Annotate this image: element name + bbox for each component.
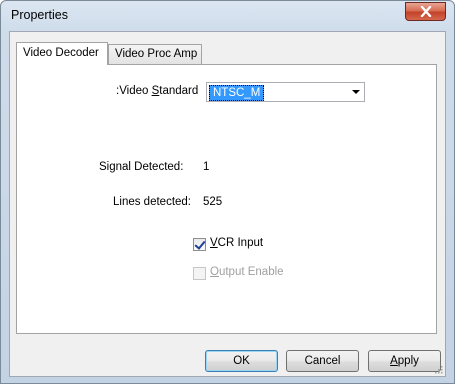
output-enable-checkbox[interactable]: [193, 267, 206, 280]
properties-dialog: Properties Video Decoder Video Proc Amp …: [0, 0, 455, 384]
cancel-button[interactable]: Cancel: [286, 350, 359, 372]
vcr-input-label[interactable]: VCR Input: [210, 237, 263, 249]
apply-button-label: Apply: [390, 355, 419, 367]
window-title: Properties: [11, 8, 68, 22]
vcr-input-checkbox[interactable]: [193, 238, 206, 251]
signal-detected-value: 1: [203, 161, 210, 173]
resize-grip-icon[interactable]: [433, 364, 443, 374]
apply-button[interactable]: Apply: [368, 350, 441, 372]
dialog-client-area: Video Decoder Video Proc Amp :Video Stan…: [9, 31, 446, 377]
close-button[interactable]: [405, 2, 446, 21]
video-decoder-panel: :Video Standard NTSC_M Signal Detected: …: [16, 64, 437, 334]
lines-detected-label: Lines detected:: [113, 196, 192, 208]
ok-button[interactable]: OK: [205, 350, 278, 372]
tab-video-proc-amp[interactable]: Video Proc Amp: [108, 44, 202, 64]
video-standard-label: :Video Standard: [116, 85, 199, 97]
tab-label: Video Proc Amp: [115, 48, 198, 60]
cancel-button-label: Cancel: [304, 355, 341, 367]
signal-detected-label: Signal Detected:: [99, 161, 184, 173]
title-bar[interactable]: Properties: [1, 1, 454, 31]
close-icon: [420, 6, 431, 17]
video-standard-dropdown[interactable]: NTSC_M: [206, 82, 365, 102]
chevron-down-icon[interactable]: [352, 90, 360, 94]
ok-button-label: OK: [233, 355, 250, 367]
tab-video-decoder[interactable]: Video Decoder: [16, 42, 108, 65]
video-standard-value: NTSC_M: [209, 85, 265, 101]
output-enable-label: Output Enable: [210, 266, 284, 278]
tab-label: Video Decoder: [23, 47, 99, 59]
lines-detected-value: 525: [203, 196, 223, 208]
